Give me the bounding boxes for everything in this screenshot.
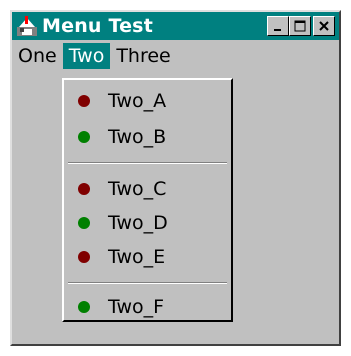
menu-three[interactable]: Three (110, 43, 176, 69)
minimize-icon (274, 29, 281, 31)
menu-bar: One Two Three (12, 42, 339, 70)
close-icon (319, 21, 329, 31)
green-dot-icon (78, 301, 90, 313)
menu-item-two-f[interactable]: Two_F (64, 290, 231, 324)
red-dot-icon (78, 95, 90, 107)
green-dot-icon (78, 131, 90, 143)
menu-item-two-d[interactable]: Two_D (64, 206, 231, 240)
maximize-button[interactable] (289, 16, 311, 36)
menu-two[interactable]: Two (62, 43, 111, 69)
menu-item-label: Two_F (108, 296, 165, 318)
window-title: Menu Test (42, 15, 153, 37)
close-button[interactable] (313, 16, 335, 36)
menu-item-label: Two_E (108, 246, 166, 268)
green-dot-icon (78, 217, 90, 229)
minimize-button[interactable] (267, 16, 289, 36)
red-dot-icon (78, 183, 90, 195)
menu-item-two-b[interactable]: Two_B (64, 120, 231, 154)
menu-item-two-c[interactable]: Two_C (64, 172, 231, 206)
red-dot-icon (78, 251, 90, 263)
menu-item-label: Two_C (108, 178, 167, 200)
maximize-icon (294, 20, 306, 32)
menu-item-label: Two_A (108, 90, 167, 112)
menu-item-two-e[interactable]: Two_E (64, 240, 231, 274)
menu-one[interactable]: One (12, 43, 63, 69)
title-bar[interactable]: Menu Test (12, 12, 339, 40)
menu-item-label: Two_B (108, 126, 167, 148)
app-icon[interactable] (16, 15, 38, 37)
menu-item-label: Two_D (108, 212, 168, 234)
menu-separator (68, 162, 227, 164)
menu-item-two-a[interactable]: Two_A (64, 84, 231, 118)
menu-separator (68, 282, 227, 284)
dropdown-menu-two: Two_A Two_B Two_C Two_D Two_E Two_F (62, 78, 233, 322)
